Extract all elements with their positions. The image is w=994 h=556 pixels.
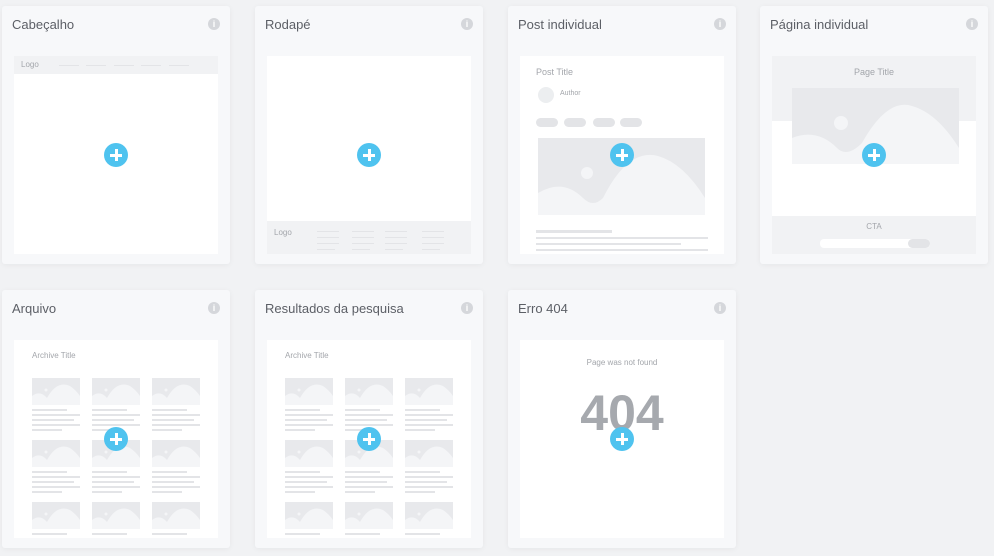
cta-section: CTA <box>772 216 976 254</box>
plus-circle-icon[interactable] <box>862 143 886 167</box>
image-placeholder-icon <box>285 378 333 405</box>
template-preview[interactable]: Logo <box>14 56 218 254</box>
header-bar: Logo <box>14 56 218 74</box>
logo-label: Logo <box>274 228 292 237</box>
image-placeholder-icon <box>405 378 453 405</box>
template-preview[interactable]: Page Title CTA <box>772 56 976 254</box>
template-card-archive[interactable]: Arquivo i Archive Title <box>2 290 230 548</box>
plus-circle-icon[interactable] <box>104 143 128 167</box>
plus-circle-icon[interactable] <box>104 427 128 451</box>
info-icon[interactable]: i <box>461 18 473 30</box>
card-title: Cabeçalho <box>12 17 75 32</box>
template-preview[interactable]: Page was not found 404 <box>520 340 724 538</box>
template-preview[interactable]: Post Title Author <box>520 56 724 254</box>
avatar <box>538 87 554 103</box>
cta-label: CTA <box>866 222 882 231</box>
info-icon[interactable]: i <box>208 302 220 314</box>
image-placeholder-icon <box>152 502 200 529</box>
plus-circle-icon[interactable] <box>610 427 634 451</box>
image-placeholder-icon <box>285 502 333 529</box>
archive-title-label: Archive Title <box>32 351 76 360</box>
plus-circle-icon[interactable] <box>357 427 381 451</box>
not-found-message: Page was not found <box>586 358 658 367</box>
footer-bar: Logo <box>267 221 471 254</box>
author-label: Author <box>560 90 581 97</box>
template-card-footer[interactable]: Rodapé i Logo <box>255 6 483 264</box>
card-title: Arquivo <box>12 301 57 316</box>
template-preview[interactable]: Archive Title <box>14 340 218 538</box>
card-title: Post individual <box>518 17 602 32</box>
image-placeholder-icon <box>92 502 140 529</box>
card-title: Página individual <box>770 17 869 32</box>
image-placeholder-icon <box>345 378 393 405</box>
card-title: Resultados da pesquisa <box>265 301 404 316</box>
image-placeholder-icon <box>285 440 333 467</box>
image-placeholder-icon <box>345 502 393 529</box>
info-icon[interactable]: i <box>461 302 473 314</box>
template-preview[interactable]: Archive Title <box>267 340 471 538</box>
plus-circle-icon[interactable] <box>610 143 634 167</box>
info-icon[interactable]: i <box>208 18 220 30</box>
image-placeholder-icon <box>92 378 140 405</box>
image-placeholder-icon <box>32 502 80 529</box>
plus-circle-icon[interactable] <box>357 143 381 167</box>
archive-title-label: Archive Title <box>285 351 329 360</box>
page-title-label: Page Title <box>853 67 895 77</box>
template-card-single-page[interactable]: Página individual i Page Title CTA <box>760 6 988 264</box>
template-card-header[interactable]: Cabeçalho i Logo <box>2 6 230 264</box>
image-placeholder-icon <box>32 378 80 405</box>
info-icon[interactable]: i <box>714 302 726 314</box>
card-title: Erro 404 <box>518 301 568 316</box>
post-title-label: Post Title <box>536 67 574 77</box>
image-placeholder-icon <box>152 378 200 405</box>
image-placeholder-icon <box>152 440 200 467</box>
template-card-search-results[interactable]: Resultados da pesquisa i Archive Title <box>255 290 483 548</box>
image-placeholder-icon <box>405 502 453 529</box>
template-card-404[interactable]: Erro 404 i Page was not found 404 <box>508 290 736 548</box>
image-placeholder-icon <box>405 440 453 467</box>
info-icon[interactable]: i <box>714 18 726 30</box>
template-card-single-post[interactable]: Post individual i Post Title Author <box>508 6 736 264</box>
logo-label: Logo <box>21 60 39 69</box>
image-placeholder-icon <box>32 440 80 467</box>
card-title: Rodapé <box>265 17 311 32</box>
template-preview[interactable]: Logo <box>267 56 471 254</box>
info-icon[interactable]: i <box>966 18 978 30</box>
